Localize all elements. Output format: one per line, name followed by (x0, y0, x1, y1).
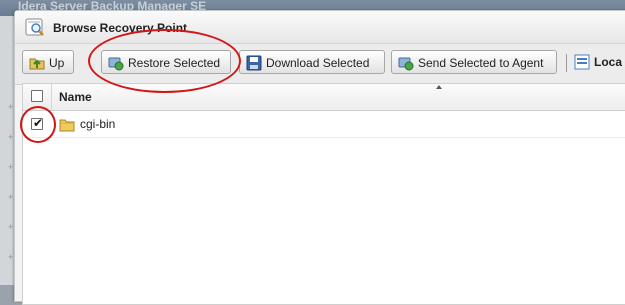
tree-expander-icon: + (8, 222, 14, 232)
local-button-label: Loca (594, 55, 623, 69)
send-selected-label: Send Selected to Agent (418, 56, 544, 70)
row-check-cell: ✔ (23, 111, 51, 137)
toolbar-separator (566, 54, 567, 72)
select-all-checkbox[interactable] (31, 90, 43, 102)
folder-icon (59, 119, 75, 132)
dialog-header: Browse Recovery Point (15, 11, 625, 44)
row-name: cgi-bin (80, 117, 116, 131)
local-list-icon (574, 54, 590, 70)
table-row[interactable]: ✔ cgi-bin (23, 111, 625, 138)
background-left-panel: + + + + + + (0, 16, 14, 285)
local-button[interactable]: Loca (571, 50, 625, 74)
restore-selected-label: Restore Selected (128, 56, 221, 70)
checkmark-icon: ✔ (33, 116, 44, 130)
tree-expander-icon: + (8, 102, 14, 112)
download-selected-label: Download Selected (266, 56, 370, 70)
column-header-name[interactable]: Name (59, 90, 92, 104)
tree-expander-icon: + (8, 162, 14, 172)
file-grid: Name ✔ cgi-bin (22, 83, 625, 305)
grid-header: Name (23, 84, 625, 111)
tree-expander-icon: + (8, 132, 14, 142)
send-selected-to-agent-button[interactable]: Send Selected to Agent (391, 50, 557, 74)
save-disk-icon (246, 55, 262, 71)
tree-expander-icon: + (8, 192, 14, 202)
select-all-cell (23, 84, 52, 110)
tree-expander-icon: + (8, 252, 14, 262)
restore-icon (108, 57, 124, 71)
send-to-agent-icon (398, 57, 414, 71)
restore-selected-button[interactable]: Restore Selected (101, 50, 231, 74)
folder-up-icon (29, 58, 45, 70)
download-selected-button[interactable]: Download Selected (239, 50, 385, 74)
toolbar: Up Restore Selected Download Selected Se… (15, 44, 625, 85)
row-checkbox[interactable]: ✔ (31, 116, 44, 130)
sort-arrow-icon (436, 85, 442, 89)
up-button-label: Up (49, 56, 65, 70)
browse-recovery-point-dialog: Browse Recovery Point Up Restore Selecte… (14, 10, 625, 305)
dialog-title: Browse Recovery Point (53, 21, 188, 35)
up-button[interactable]: Up (22, 50, 74, 74)
browse-icon (25, 18, 44, 36)
